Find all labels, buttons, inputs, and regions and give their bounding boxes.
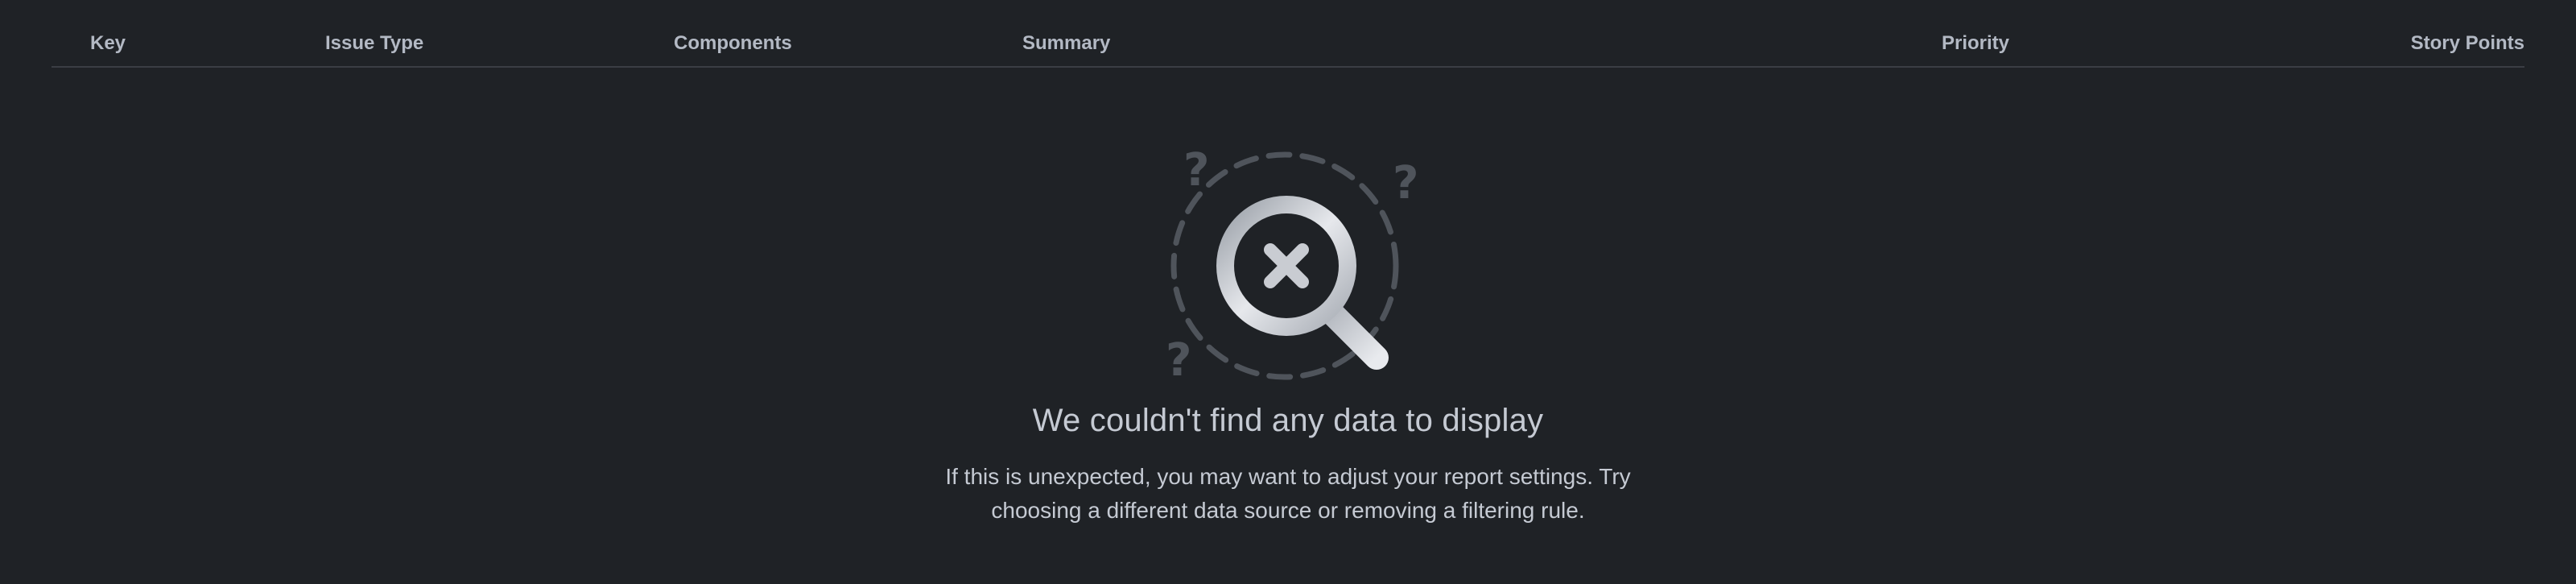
empty-state-description: If this is unexpected, you may want to a… <box>945 464 1631 523</box>
empty-state: ? ? ? We couldn't find any data to displ… <box>0 137 2576 528</box>
column-header-key[interactable]: Key <box>90 32 126 55</box>
svg-text:?: ? <box>1166 334 1191 387</box>
column-header-components[interactable]: Components <box>674 32 792 55</box>
column-header-issue-type[interactable]: Issue Type <box>325 32 423 55</box>
report-page: Key Issue Type Components Summary Priori… <box>0 0 2576 584</box>
svg-text:?: ? <box>1393 157 1418 209</box>
svg-text:?: ? <box>1183 144 1209 197</box>
empty-state-title: We couldn't find any data to display <box>1032 403 1544 438</box>
column-header-story-points[interactable]: Story Points <box>2411 32 2524 55</box>
table-header: Key Issue Type Components Summary Priori… <box>52 24 2524 68</box>
search-no-results-icon: ? ? ? <box>1166 144 1418 387</box>
column-header-priority[interactable]: Priority <box>1942 32 2009 55</box>
column-header-summary[interactable]: Summary <box>1022 32 1110 55</box>
